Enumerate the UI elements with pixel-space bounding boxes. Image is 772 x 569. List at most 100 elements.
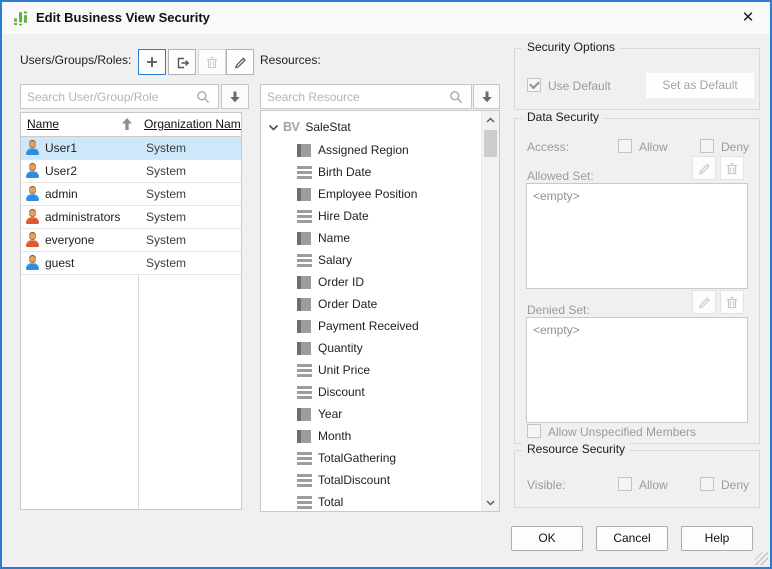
user-icon [25,255,41,271]
visible-allow-label: Allow [639,478,668,492]
allowed-set-edit-button[interactable] [692,156,716,180]
table-row[interactable]: administrators System [21,206,241,229]
resize-grip[interactable] [755,552,768,565]
scrollbar-thumb[interactable] [484,130,497,157]
dialog-title: Edit Business View Security [36,2,210,33]
close-icon[interactable]: ✕ [737,7,759,29]
tree-scrollbar[interactable] [481,111,499,511]
allow-unspecified-members-label: Allow Unspecified Members [548,425,696,439]
pencil-icon [697,161,711,175]
tree-content: BV SaleStat Assigned Region Birth Date E… [261,111,482,511]
resource-security-group: Resource Security Visible: Allow Deny [514,450,760,508]
business-view-icon: BV [283,120,299,134]
help-button[interactable]: Help [681,526,753,551]
organization-name: System [146,187,186,201]
tree-item[interactable]: Birth Date [261,161,482,183]
tree-item-label: Employee Position [318,187,417,201]
access-allow-checkbox[interactable] [618,139,632,153]
user-icon [25,163,41,179]
tree-item[interactable]: Total [261,491,482,511]
name-cell: User2 [21,160,138,182]
table-row[interactable]: User1 System [21,137,241,160]
organization-name: System [146,233,186,247]
name-column-header[interactable]: Name [21,113,138,136]
table-header: Name Organization Name [21,113,241,137]
title-bar: Edit Business View Security ✕ [2,2,770,34]
user-name: User1 [45,141,77,155]
search-resource-input[interactable] [260,84,472,109]
tree-item[interactable]: Month [261,425,482,447]
tree-item[interactable]: TotalGathering [261,447,482,469]
data-security-group: Data Security Access: Allow Deny Allowed… [514,118,760,444]
search-user-input[interactable] [20,84,219,109]
table-row[interactable]: everyone System [21,229,241,252]
pencil-icon [233,55,247,69]
tree-item[interactable]: TotalDiscount [261,469,482,491]
tree-item[interactable]: Quantity [261,337,482,359]
table-row[interactable]: guest System [21,252,241,275]
access-deny-checkbox[interactable] [700,139,714,153]
allow-unspecified-members-checkbox[interactable] [527,424,541,438]
visible-deny-checkbox[interactable] [700,477,714,491]
tree-item[interactable]: Hire Date [261,205,482,227]
tree-item[interactable]: Unit Price [261,359,482,381]
allowed-set-label: Allowed Set: [527,169,594,183]
tree-item[interactable]: Assigned Region [261,139,482,161]
user-search-down-button[interactable] [221,84,249,109]
scroll-down-icon[interactable] [482,494,499,511]
tree-item[interactable]: Employee Position [261,183,482,205]
export-arrow-icon [175,55,190,70]
name-cell: admin [21,183,138,205]
organization-column-header[interactable]: Organization Name [138,113,241,136]
table-row[interactable]: admin System [21,183,241,206]
field-icon [297,210,312,223]
delete-button[interactable] [198,49,226,75]
access-label: Access: [527,140,569,154]
edit-button[interactable] [226,49,254,75]
remove-button[interactable] [168,49,196,75]
add-button[interactable] [138,49,166,75]
denied-set-edit-button[interactable] [692,290,716,314]
ok-button[interactable]: OK [511,526,583,551]
tree-root[interactable]: BV SaleStat [261,115,482,139]
users-groups-roles-label: Users/Groups/Roles: [20,53,131,67]
allowed-set-delete-button[interactable] [720,156,744,180]
field-icon [297,408,311,421]
tree-item[interactable]: Year [261,403,482,425]
user-icon [25,232,41,248]
set-as-default-button[interactable]: Set as Default [645,72,755,99]
tree-item[interactable]: Payment Received [261,315,482,337]
organization-name: System [146,164,186,178]
scroll-up-icon[interactable] [482,111,499,128]
tree-item-label: Assigned Region [318,143,409,157]
allowed-set-box[interactable]: <empty> [526,183,748,289]
name-cell: everyone [21,229,138,251]
tree-item-label: Salary [318,253,352,267]
tree-item[interactable]: Order Date [261,293,482,315]
resource-search-down-button[interactable] [473,84,500,109]
use-default-checkbox[interactable] [527,78,541,92]
user-name: admin [45,187,78,201]
allowed-set-value: <empty> [533,189,580,203]
table-row[interactable]: User2 System [21,160,241,183]
visible-allow-checkbox[interactable] [618,477,632,491]
use-default-label: Use Default [548,79,611,93]
tree-item[interactable]: Name [261,227,482,249]
denied-set-delete-button[interactable] [720,290,744,314]
org-cell: System [138,183,241,205]
denied-set-box[interactable]: <empty> [526,317,748,423]
app-logo-icon [13,10,29,26]
cancel-button[interactable]: Cancel [596,526,668,551]
field-icon [297,276,311,289]
user-name: User2 [45,164,77,178]
tree-item[interactable]: Discount [261,381,482,403]
org-cell: System [138,252,241,274]
tree-item[interactable]: Order ID [261,271,482,293]
user-name: administrators [45,210,120,224]
search-icon [196,90,210,104]
chevron-down-icon [268,122,279,133]
tree-item[interactable]: Salary [261,249,482,271]
edit-business-view-security-dialog: Edit Business View Security ✕ Users/Grou… [0,0,772,569]
tree-items: Assigned Region Birth Date Employee Posi… [261,139,482,511]
down-arrow-icon [228,90,242,104]
